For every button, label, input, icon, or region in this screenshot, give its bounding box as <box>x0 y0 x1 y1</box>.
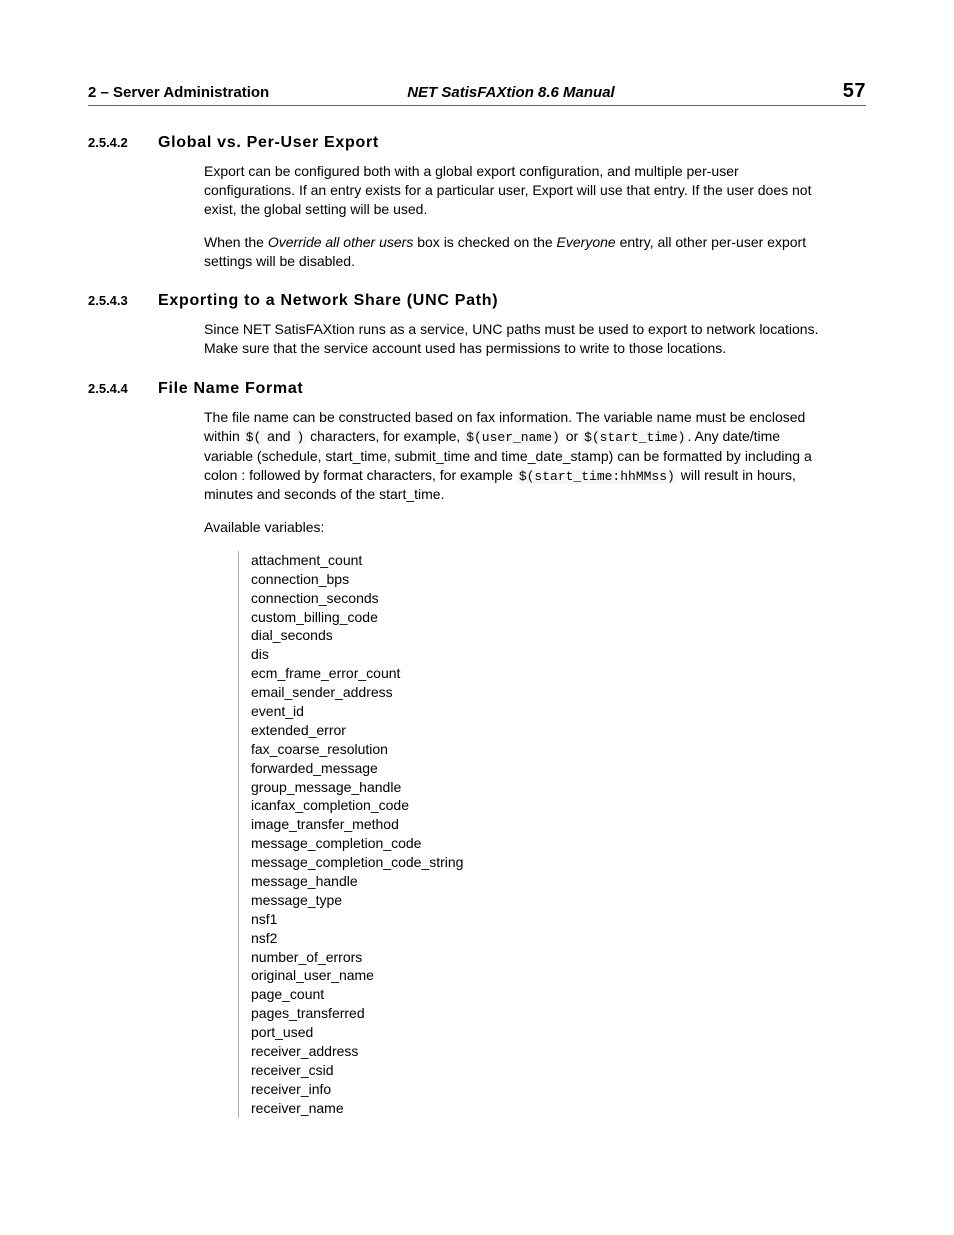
text: characters, for example, <box>306 428 464 444</box>
text: or <box>562 428 582 444</box>
variable-item: message_completion_code <box>251 834 826 853</box>
variable-item: fax_coarse_resolution <box>251 740 826 759</box>
variable-item: event_id <box>251 702 826 721</box>
code-text: ) <box>294 430 306 445</box>
variable-item: receiver_info <box>251 1080 826 1099</box>
section-body: The file name can be constructed based o… <box>204 408 826 1117</box>
variable-item: email_sender_address <box>251 683 826 702</box>
paragraph: When the Override all other users box is… <box>204 233 826 271</box>
variable-item: dis <box>251 645 826 664</box>
variable-item: ecm_frame_error_count <box>251 664 826 683</box>
section-heading: 2.5.4.3 Exporting to a Network Share (UN… <box>88 292 866 310</box>
code-text: $( <box>244 430 264 445</box>
variable-item: number_of_errors <box>251 948 826 967</box>
italic-text: Everyone <box>557 234 616 250</box>
section-body: Since NET SatisFAXtion runs as a service… <box>204 320 826 358</box>
section-title: File Name Format <box>158 380 303 398</box>
section-title: Global vs. Per-User Export <box>158 134 379 152</box>
variable-item: connection_seconds <box>251 589 826 608</box>
variable-list: attachment_countconnection_bpsconnection… <box>238 551 826 1118</box>
text: and <box>263 428 294 444</box>
variable-item: nsf1 <box>251 910 826 929</box>
manual-title: NET SatisFAXtion 8.6 Manual <box>179 84 843 101</box>
chapter-sep: – <box>96 84 113 101</box>
paragraph: The file name can be constructed based o… <box>204 408 826 504</box>
variable-item: message_completion_code_string <box>251 853 826 872</box>
section-number: 2.5.4.2 <box>88 135 158 150</box>
section-title: Exporting to a Network Share (UNC Path) <box>158 292 498 310</box>
variable-item: receiver_name <box>251 1099 826 1118</box>
variable-item: receiver_address <box>251 1042 826 1061</box>
paragraph: Available variables: <box>204 518 826 537</box>
section-body: Export can be configured both with a glo… <box>204 162 826 270</box>
section-heading: 2.5.4.4 File Name Format <box>88 380 866 398</box>
paragraph: Export can be configured both with a glo… <box>204 162 826 219</box>
variable-item: message_type <box>251 891 826 910</box>
variable-item: group_message_handle <box>251 778 826 797</box>
variable-item: forwarded_message <box>251 759 826 778</box>
variable-item: connection_bps <box>251 570 826 589</box>
variable-item: extended_error <box>251 721 826 740</box>
italic-text: Override all other users <box>268 234 414 250</box>
page-header: 2 – Server Administration NET SatisFAXti… <box>88 80 866 106</box>
code-text: $(start_time:hhMMss) <box>517 469 677 484</box>
section-2-5-4-3: 2.5.4.3 Exporting to a Network Share (UN… <box>88 292 866 358</box>
variable-item: dial_seconds <box>251 626 826 645</box>
variable-item: original_user_name <box>251 966 826 985</box>
variable-item: pages_transferred <box>251 1004 826 1023</box>
text: When the <box>204 234 268 250</box>
variable-item: icanfax_completion_code <box>251 796 826 815</box>
page: 2 – Server Administration NET SatisFAXti… <box>0 0 954 1235</box>
code-text: $(start_time) <box>582 430 687 445</box>
variable-item: port_used <box>251 1023 826 1042</box>
paragraph: Since NET SatisFAXtion runs as a service… <box>204 320 826 358</box>
code-text: $(user_name) <box>464 430 562 445</box>
section-2-5-4-2: 2.5.4.2 Global vs. Per-User Export Expor… <box>88 134 866 270</box>
variable-item: attachment_count <box>251 551 826 570</box>
page-number: 57 <box>843 80 866 103</box>
variable-item: page_count <box>251 985 826 1004</box>
variable-item: receiver_csid <box>251 1061 826 1080</box>
variable-item: image_transfer_method <box>251 815 826 834</box>
section-heading: 2.5.4.2 Global vs. Per-User Export <box>88 134 866 152</box>
section-number: 2.5.4.3 <box>88 293 158 308</box>
variable-item: nsf2 <box>251 929 826 948</box>
variable-item: message_handle <box>251 872 826 891</box>
variable-item: custom_billing_code <box>251 608 826 627</box>
section-2-5-4-4: 2.5.4.4 File Name Format The file name c… <box>88 380 866 1117</box>
section-number: 2.5.4.4 <box>88 381 158 396</box>
text: box is checked on the <box>413 234 556 250</box>
